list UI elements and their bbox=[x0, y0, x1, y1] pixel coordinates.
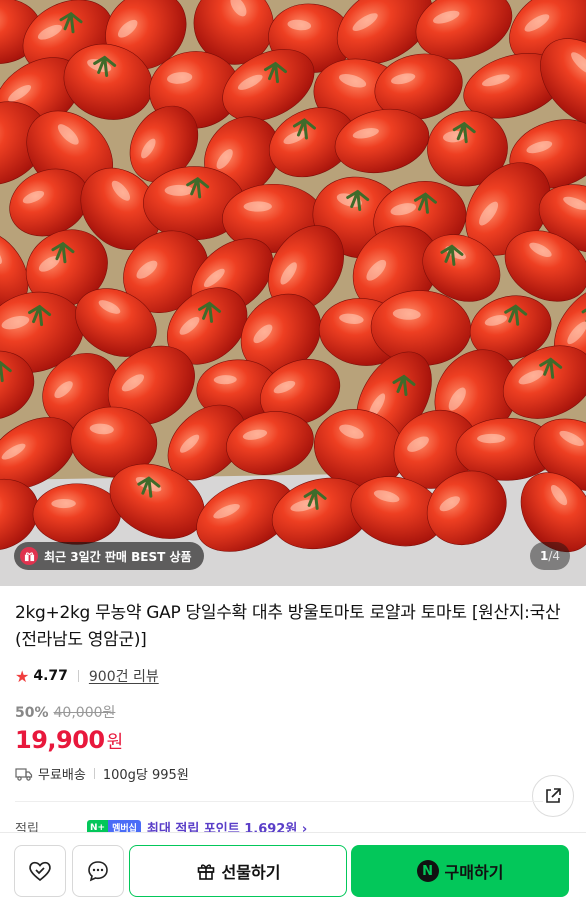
star-icon: ★ bbox=[15, 666, 30, 686]
naver-pay-icon: N bbox=[416, 860, 439, 882]
shipping-text: 무료배송 bbox=[38, 768, 86, 783]
reviews-link[interactable]: 900건 리뷰 bbox=[89, 666, 159, 686]
section-divider bbox=[15, 801, 543, 802]
heart-icon bbox=[29, 861, 51, 882]
gift-button[interactable]: 선물하기 bbox=[129, 845, 347, 897]
currency-unit: 원 bbox=[106, 732, 124, 753]
sale-price: 19,900 bbox=[15, 726, 105, 754]
divider bbox=[93, 768, 95, 779]
buy-button-label: 구매하기 bbox=[444, 863, 504, 882]
chat-icon bbox=[88, 861, 108, 882]
rating-score: 4.77 bbox=[33, 668, 68, 684]
buy-button[interactable]: N 구매하기 bbox=[351, 845, 569, 897]
divider bbox=[77, 670, 79, 682]
best-seller-badge: 최근 3일간 판매 BEST 상품 bbox=[14, 542, 204, 570]
pager-current: 1 bbox=[539, 549, 549, 563]
tomato-photo bbox=[0, 0, 586, 586]
pager-total: /4 bbox=[548, 549, 560, 563]
gift-button-label: 선물하기 bbox=[221, 863, 281, 882]
share-button[interactable] bbox=[532, 775, 574, 817]
share-icon bbox=[546, 788, 561, 803]
product-image[interactable]: 최근 3일간 판매 BEST 상품 1/4 bbox=[0, 0, 586, 586]
image-pager: 1/4 bbox=[529, 542, 570, 570]
bottom-action-bar: 선물하기 N 구매하기 bbox=[0, 832, 586, 906]
shipping-row: 무료배송 100g당 995원 bbox=[15, 764, 575, 783]
badge-text: 최근 3일간 판매 BEST 상품 bbox=[44, 549, 192, 564]
rating-row: ★ 4.77 900건 리뷰 bbox=[15, 666, 575, 686]
discount-row: 50% 40,000원 bbox=[15, 702, 575, 722]
gift-icon bbox=[20, 547, 38, 565]
price-row: 19,900 원 bbox=[15, 726, 575, 754]
unit-price: 100g당 995원 bbox=[102, 768, 189, 783]
gift-icon bbox=[197, 864, 214, 880]
talk-button[interactable] bbox=[72, 845, 124, 897]
truck-icon bbox=[15, 767, 33, 781]
product-info: 2kg+2kg 무농약 GAP 당일수확 대추 방울토마토 로얄과 토마토 [원… bbox=[15, 600, 575, 783]
wishlist-button[interactable] bbox=[14, 845, 66, 897]
product-title: 2kg+2kg 무농약 GAP 당일수확 대추 방울토마토 로얄과 토마토 [원… bbox=[15, 603, 561, 650]
original-price: 40,000원 bbox=[53, 705, 116, 721]
discount-rate: 50% bbox=[15, 705, 49, 721]
